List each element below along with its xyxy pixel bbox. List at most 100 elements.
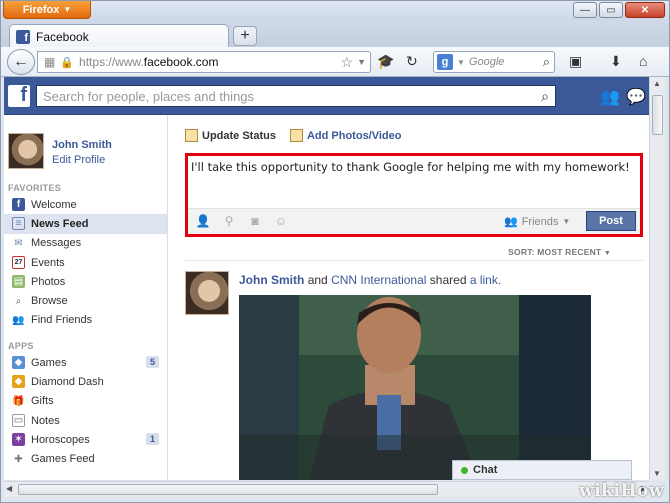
status-textarea[interactable]: I'll take this opportunity to thank Goog…: [191, 160, 630, 174]
sidebar-item-find-friends[interactable]: 👥 Find Friends: [4, 311, 167, 330]
story-shared-text: shared: [429, 273, 467, 287]
camera-icon[interactable]: ◙: [248, 214, 262, 228]
story-partner-link[interactable]: CNN International: [331, 273, 426, 287]
bookmark-star-icon[interactable]: ☆: [341, 54, 354, 71]
watermark: wikiHow: [579, 481, 664, 501]
tab-facebook[interactable]: f Facebook: [9, 24, 229, 48]
url-domain: facebook.com: [143, 55, 219, 69]
avatar[interactable]: [8, 133, 44, 169]
sidebar-item-notes[interactable]: ▭ Notes: [4, 411, 167, 430]
firefox-menu-button[interactable]: Firefox ▼: [3, 1, 91, 19]
search-icon[interactable]: ⌕: [543, 54, 550, 70]
edit-profile-link[interactable]: Edit Profile: [52, 154, 112, 166]
google-icon[interactable]: g: [437, 54, 453, 70]
facebook-icon: f: [12, 198, 25, 212]
tab-add-photos[interactable]: Add Photos/Video: [289, 129, 402, 142]
sort-label: SORT: MOST RECENT: [508, 247, 602, 257]
sidebar-item-photos[interactable]: ▤ Photos: [4, 272, 167, 291]
story-avatar[interactable]: [185, 271, 229, 315]
status-composer[interactable]: I'll take this opportunity to thank Goog…: [185, 153, 643, 237]
composer-tabs: Update Status Add Photos/Video: [185, 129, 402, 142]
sidebar-item-label: Events: [31, 256, 65, 269]
messages-jewel-icon[interactable]: 💬: [626, 87, 646, 107]
sidebar-item-horoscopes[interactable]: ✶ Horoscopes 1: [4, 430, 167, 449]
composer-toolbar: 👤 ⚲ ◙ ☺ 👥 Friends ▼ Post: [188, 208, 640, 234]
horizontal-scrollbar[interactable]: ◀ ▶: [4, 481, 649, 497]
emoticon-icon[interactable]: ☺: [274, 214, 288, 228]
scroll-up-arrow-icon[interactable]: ▲: [653, 79, 661, 88]
maximize-button[interactable]: ▭: [599, 2, 623, 18]
audience-label: Friends: [521, 215, 559, 228]
sidebar-item-news-feed[interactable]: ≡ News Feed: [4, 214, 167, 234]
bookmarks-menu-icon[interactable]: ▣: [569, 53, 582, 70]
left-sidebar: John Smith Edit Profile FAVORITES f Welc…: [4, 115, 168, 480]
friend-requests-icon[interactable]: 👥: [600, 87, 620, 107]
update-status-label: Update Status: [202, 129, 276, 142]
story-photo-image: [239, 295, 591, 480]
facebook-logo-icon[interactable]: f: [8, 84, 30, 107]
home-icon[interactable]: ⌂: [639, 53, 647, 69]
chat-bar[interactable]: Chat: [452, 460, 632, 480]
story-and-text: and: [307, 273, 328, 287]
close-button[interactable]: ✕: [625, 2, 665, 18]
sort-selector[interactable]: SORT: MOST RECENT ▼: [508, 247, 611, 257]
sidebar-item-welcome[interactable]: f Welcome: [4, 195, 167, 214]
diamond-dash-icon: ◆: [12, 375, 25, 389]
tag-friends-icon[interactable]: 👤: [196, 214, 211, 228]
facebook-favicon-icon: f: [16, 29, 30, 44]
sidebar-item-diamond-dash[interactable]: ◆ Diamond Dash: [4, 372, 167, 391]
sidebar-item-gifts[interactable]: 🎁 Gifts: [4, 392, 167, 411]
games-count-badge: 5: [145, 356, 159, 368]
horoscopes-count-badge: 1: [145, 433, 159, 446]
location-pin-icon[interactable]: ⚲: [222, 214, 236, 228]
audience-selector[interactable]: 👥 Friends ▼: [504, 215, 570, 229]
chevron-down-icon: ▼: [63, 5, 72, 14]
sidebar-item-browse[interactable]: ⌕ Browse: [4, 291, 167, 310]
horizontal-scroll-thumb[interactable]: [18, 484, 438, 495]
sidebar-item-label: Browse: [31, 295, 68, 308]
navigation-bar: ← ▦ 🔒 https://www.facebook.com ☆ ▼ 🎓 ↻ g…: [1, 47, 669, 77]
profile-name[interactable]: John Smith: [52, 139, 112, 151]
favorites-title: FAVORITES: [8, 183, 62, 193]
tab-bar: f Facebook +: [1, 21, 669, 48]
friends-icon: 👥: [504, 216, 518, 228]
dropdown-arrow-icon: ▼: [457, 57, 465, 67]
games-feed-icon: ✚: [14, 453, 23, 465]
favorites-list: f Welcome ≡ News Feed ✉ Messages 27 Even…: [4, 195, 167, 330]
minimize-button[interactable]: —: [573, 2, 597, 18]
chat-label: Chat: [473, 464, 498, 476]
profile-block: John Smith Edit Profile: [8, 133, 112, 169]
photos-icon: ▤: [12, 275, 25, 289]
sidebar-item-events[interactable]: 27 Events: [4, 253, 167, 272]
search-engine-bar[interactable]: g ▼ Google ⌕: [433, 51, 555, 73]
downloads-icon[interactable]: ⬇: [610, 53, 622, 70]
back-button[interactable]: ←: [7, 49, 35, 75]
gift-icon: 🎁: [12, 395, 25, 407]
sidebar-item-games[interactable]: ◆ Games 5: [4, 353, 167, 372]
scroll-down-arrow-icon[interactable]: ▼: [653, 469, 661, 478]
facebook-search-input[interactable]: Search for people, places and things ⌕: [36, 85, 556, 107]
dropdown-arrow-icon[interactable]: ▼: [357, 57, 366, 71]
story-object-link[interactable]: a link.: [470, 273, 501, 287]
apps-title: APPS: [8, 341, 34, 351]
graduation-cap-icon[interactable]: 🎓: [377, 53, 394, 70]
reload-icon[interactable]: ↻: [406, 53, 418, 70]
feed-divider: [185, 260, 643, 261]
new-tab-button[interactable]: +: [233, 26, 257, 46]
story-actor-link[interactable]: John Smith: [239, 273, 304, 287]
window-controls: — ▭ ✕: [573, 2, 665, 18]
messages-icon: ✉: [14, 237, 23, 249]
story-photo[interactable]: [239, 295, 591, 480]
url-bar[interactable]: ▦ 🔒 https://www.facebook.com ☆ ▼: [37, 51, 371, 73]
tab-update-status[interactable]: Update Status: [185, 129, 276, 142]
vertical-scroll-thumb[interactable]: [652, 95, 663, 135]
post-button[interactable]: Post: [586, 211, 636, 231]
sidebar-item-messages[interactable]: ✉ Messages: [4, 234, 167, 253]
lock-icon: 🔒: [60, 56, 75, 69]
search-icon[interactable]: ⌕: [541, 88, 549, 105]
sidebar-item-label: Notes: [31, 414, 60, 427]
vertical-scrollbar[interactable]: ▲ ▼: [649, 77, 665, 480]
sidebar-item-games-feed[interactable]: ✚ Games Feed: [4, 449, 167, 468]
scroll-left-arrow-icon[interactable]: ◀: [6, 484, 12, 493]
firefox-menu-label: Firefox: [22, 3, 60, 16]
